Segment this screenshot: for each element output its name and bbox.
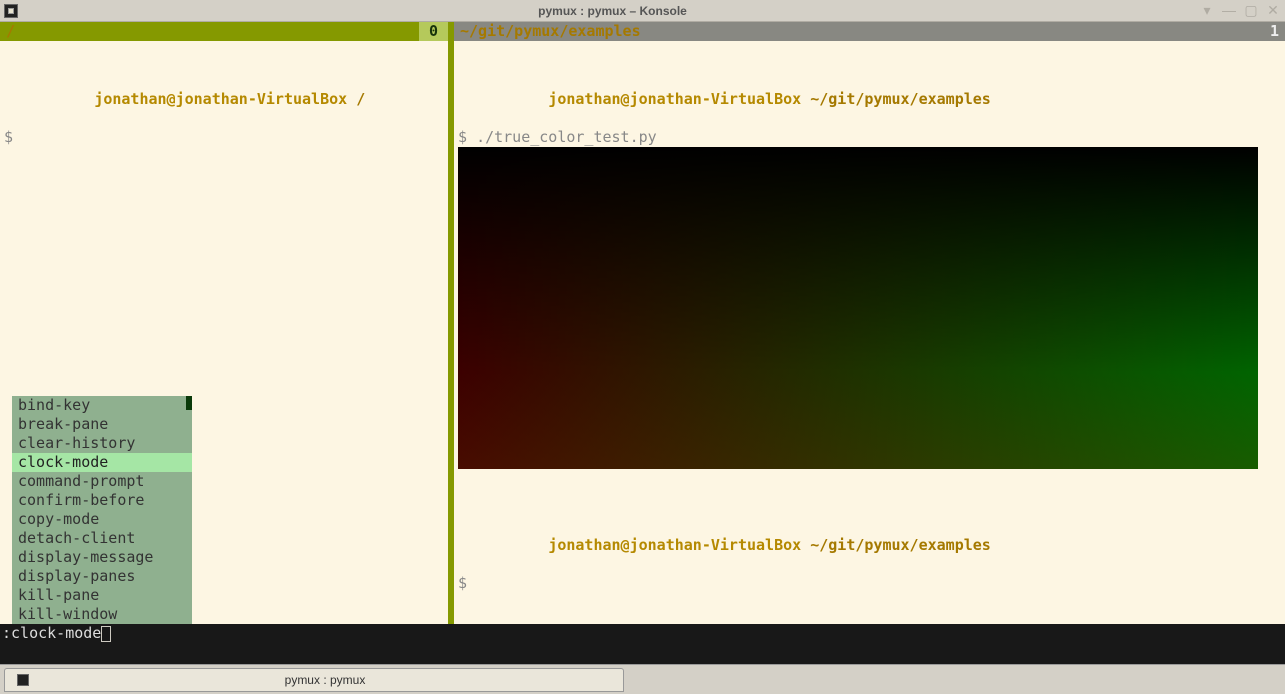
prompt-path: ~/git/pymux/examples	[810, 90, 991, 108]
completion-item-kill-pane[interactable]: kill-pane	[12, 586, 192, 605]
pane-left[interactable]: / 0 jonathan@jonathan-VirtualBox / $ bin…	[0, 22, 448, 624]
prompt-symbol: $	[458, 574, 476, 592]
pin-icon[interactable]: ▾	[1199, 2, 1215, 19]
pane-right-body[interactable]: jonathan@jonathan-VirtualBox ~/git/pymux…	[454, 41, 1285, 593]
cmd-text: clock-mode	[11, 624, 101, 643]
completion-item-display-message[interactable]: display-message	[12, 548, 192, 567]
pane-right-path: ~/git/pymux/examples	[460, 22, 1270, 41]
window-titlebar: pymux : pymux – Konsole ▾ — ▢ ✕	[0, 0, 1285, 22]
completion-item-command-prompt[interactable]: command-prompt	[12, 472, 192, 491]
command-text: ./true_color_test.py	[476, 128, 657, 146]
minimize-icon[interactable]: —	[1221, 2, 1237, 19]
pane-left-title: / 0	[0, 22, 448, 41]
terminal-spacer	[0, 643, 1285, 663]
pane-left-body[interactable]: jonathan@jonathan-VirtualBox / $	[0, 41, 448, 147]
prompt-user: jonathan@jonathan-VirtualBox	[94, 90, 347, 108]
app-icon	[4, 4, 18, 18]
terminal-icon	[17, 674, 29, 686]
completion-scrollbar[interactable]	[186, 396, 192, 410]
maximize-icon[interactable]: ▢	[1243, 2, 1259, 19]
pane-left-index: 0	[419, 22, 448, 41]
pane-right-title: ~/git/pymux/examples 1	[454, 22, 1285, 41]
prompt-symbol: $	[4, 128, 22, 146]
completion-item-clock-mode[interactable]: clock-mode	[12, 453, 192, 472]
cmd-prefix: :	[2, 624, 11, 643]
window-title: pymux : pymux – Konsole	[26, 4, 1199, 18]
prompt-symbol: $	[458, 128, 476, 146]
completion-item-clear-history[interactable]: clear-history	[12, 434, 192, 453]
pane-right-index: 1	[1270, 22, 1279, 41]
prompt-user: jonathan@jonathan-VirtualBox	[548, 536, 801, 554]
prompt-user: jonathan@jonathan-VirtualBox	[548, 90, 801, 108]
truecolor-output	[458, 147, 1258, 469]
completion-item-bind-key[interactable]: bind-key	[12, 396, 192, 415]
completion-item-detach-client[interactable]: detach-client	[12, 529, 192, 548]
close-icon[interactable]: ✕	[1265, 2, 1281, 19]
tab-label: pymux : pymux	[39, 673, 611, 687]
prompt-path: /	[356, 90, 365, 108]
pane-right[interactable]: ~/git/pymux/examples 1 jonathan@jonathan…	[454, 22, 1285, 624]
tab-bar: pymux : pymux	[0, 664, 1285, 694]
completion-item-kill-window[interactable]: kill-window	[12, 605, 192, 624]
completion-item-break-pane[interactable]: break-pane	[12, 415, 192, 434]
command-line[interactable]: :clock-mode	[0, 624, 1285, 643]
completion-popup[interactable]: bind-keybreak-paneclear-historyclock-mod…	[12, 396, 192, 624]
pane-left-path: /	[6, 22, 419, 41]
completion-item-copy-mode[interactable]: copy-mode	[12, 510, 192, 529]
completion-item-confirm-before[interactable]: confirm-before	[12, 491, 192, 510]
terminal-area[interactable]: / 0 jonathan@jonathan-VirtualBox / $ bin…	[0, 22, 1285, 664]
completion-item-display-panes[interactable]: display-panes	[12, 567, 192, 586]
prompt-path: ~/git/pymux/examples	[810, 536, 991, 554]
tab-pymux[interactable]: pymux : pymux	[4, 668, 624, 692]
cursor	[101, 626, 111, 642]
